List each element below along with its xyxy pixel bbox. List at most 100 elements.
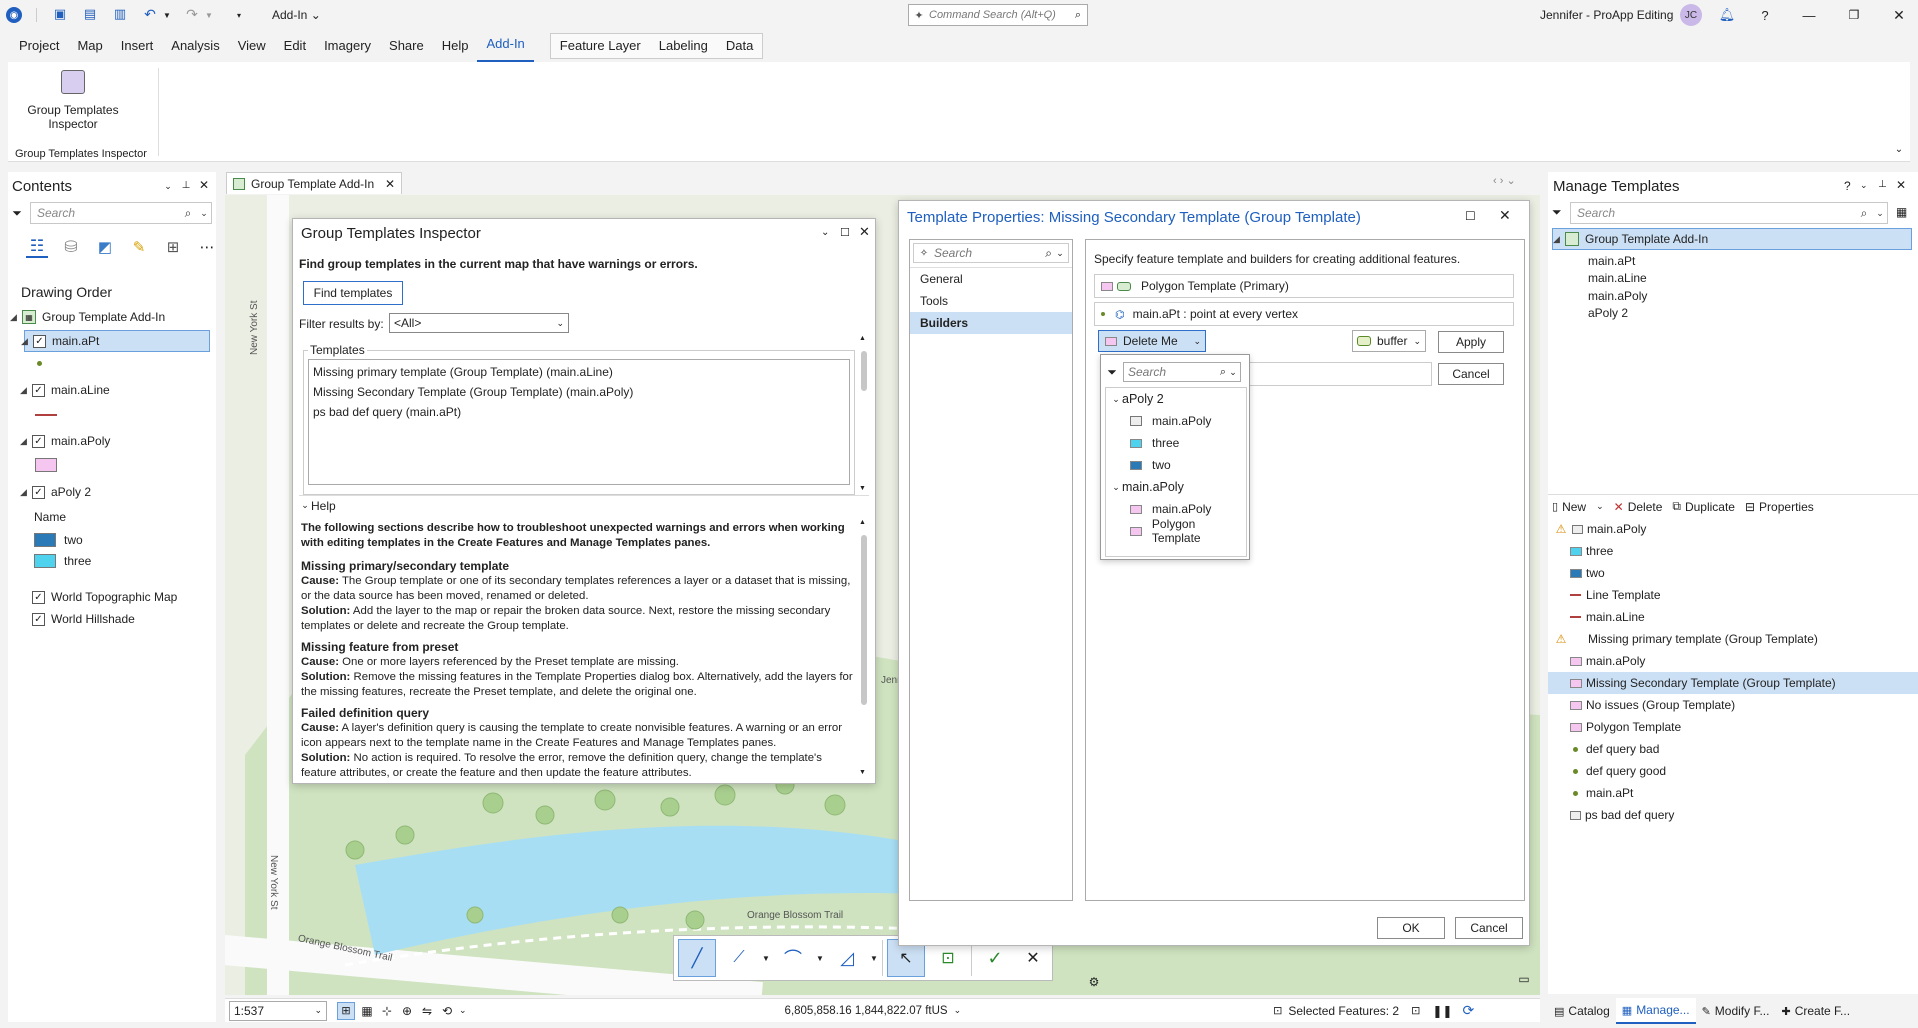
tab-create-features[interactable]: ✚ Create F... [1775,998,1856,1024]
help-icon[interactable]: ? [1756,6,1774,24]
layer-row-apoly2[interactable]: ◢ ✓ aPoly 2 [20,481,210,503]
close-icon[interactable]: ✕ [1890,6,1908,24]
help-expander[interactable]: ⌄ Help [299,495,869,515]
chevron-down-icon[interactable]: ▼ [762,954,770,963]
line-tool-icon[interactable]: ╱ [678,939,716,977]
tab-data[interactable]: Data [717,34,762,58]
list-item[interactable]: No issues (Group Template) [1548,694,1918,716]
collapse-icon[interactable]: ◢ [1553,234,1565,245]
secondary-field[interactable] [1234,362,1432,386]
selection-icon[interactable]: ◩ [94,236,116,258]
tab-manage-templates[interactable]: ▦ Manage... [1615,998,1696,1024]
scroll-up-icon[interactable]: ▲ [859,519,866,526]
tab-insert[interactable]: Insert [112,30,163,62]
close-icon[interactable]: ✕ [1499,207,1511,224]
layer-row-apoly[interactable]: ◢ ✓ main.aPoly [20,430,210,452]
refresh-icon[interactable]: ⟳ [1462,1002,1474,1019]
maximize-icon[interactable]: ☐ [1465,209,1476,223]
customize-qat-icon[interactable]: ▾ [234,8,244,22]
tree-item[interactable]: aPoly 2 [1588,305,1647,323]
scroll-down-icon[interactable]: ▼ [859,485,866,492]
chevron-down-icon[interactable]: ▼ [204,8,214,22]
ok-button[interactable]: OK [1377,917,1445,939]
dropdown-item[interactable]: two [1106,454,1246,476]
filter-icon[interactable]: ⏷ [10,206,24,220]
apply-button[interactable]: Apply [1438,331,1504,353]
add-template-icon[interactable]: ▦ [1896,205,1907,219]
new-project-icon[interactable]: ▣ [52,6,68,22]
tab-imagery[interactable]: Imagery [315,30,380,62]
open-project-icon[interactable]: ▤ [82,6,98,22]
snap-icon[interactable]: ⊕ [399,1004,415,1018]
collapse-icon[interactable]: ◢ [20,385,32,396]
filter-icon[interactable]: ⏷ [1105,365,1119,380]
snapping-icon[interactable]: ⊞ [162,236,184,258]
chevron-down-icon[interactable]: ⌄ [1860,180,1868,191]
close-icon[interactable]: ✕ [859,224,870,240]
tab-analysis[interactable]: Analysis [162,30,228,62]
cancel-button[interactable]: Cancel [1455,917,1523,939]
chevron-down-icon[interactable]: ⌄ [1110,482,1122,493]
scrollbar-thumb[interactable] [861,535,867,705]
chevron-down-icon[interactable]: ▼ [870,954,878,963]
nav-tools[interactable]: Tools [910,290,1072,312]
tab-edit[interactable]: Edit [275,30,315,62]
tab-map[interactable]: Map [68,30,111,62]
contents-search-input[interactable]: Search ⌕ ⌄ [30,202,212,224]
list-item[interactable]: Missing primary template (Group Template… [313,362,845,382]
list-item[interactable]: main.aLine [1548,606,1918,628]
tree-item[interactable]: main.aPoly [1588,287,1647,305]
addin-dropdown[interactable]: Add-In ⌄ [272,8,321,22]
tab-labeling[interactable]: Labeling [650,34,717,58]
command-search[interactable]: ✦ Command Search (Alt+Q) ⌕ [908,4,1088,26]
pause-icon[interactable]: ❚❚ [1432,1004,1452,1018]
layer-group-row[interactable]: ◢ ▦ Group Template Add-In [10,306,210,328]
close-icon[interactable]: ✕ [198,178,210,192]
pin-icon[interactable]: ⊥ [180,179,192,191]
settings-gear-icon[interactable]: ⚙ [1087,975,1101,989]
close-icon[interactable]: ✕ [1896,178,1906,192]
chevron-down-icon[interactable]: ▼ [162,8,172,22]
properties-button[interactable]: ⊟ Properties [1745,500,1814,514]
list-item[interactable]: def query good [1548,760,1918,782]
help-scrollbar[interactable]: ▲ ▼ [859,519,869,781]
help-icon[interactable]: ? [1844,179,1851,193]
tree-item[interactable]: main.aPt [1588,252,1647,270]
save-project-icon[interactable]: ▥ [112,6,128,22]
dropdown-group-apoly2[interactable]: ⌄ aPoly 2 [1106,388,1246,410]
nav-builders[interactable]: Builders [910,312,1072,334]
tab-help[interactable]: Help [433,30,478,62]
chevron-down-icon[interactable]: ▼ [816,954,824,963]
list-item[interactable]: ⚠ main.aPoly [1548,518,1918,540]
builder-select[interactable]: buffer ⌄ [1352,330,1426,352]
chevron-down-icon[interactable]: ⌄ [1110,394,1122,405]
layer-row-apt[interactable]: ◢ ✓ main.aPt [21,330,210,352]
data-source-icon[interactable]: ⛁ [60,236,82,258]
layer-visibility-checkbox[interactable]: ✓ [32,612,45,626]
duplicate-button[interactable]: ⧉ Duplicate [1672,499,1735,514]
trace-tool-icon[interactable]: ◿ [828,939,866,977]
scrollbar-thumb[interactable] [861,351,867,391]
layer-row-aline[interactable]: ◢ ✓ main.aLine [20,379,210,401]
polyline-tool-icon[interactable]: ⟋ [720,939,758,977]
list-item[interactable]: ⚠ Missing primary template (Group Templa… [1548,628,1918,650]
layer-row-topo[interactable]: ✓ World Topographic Map [32,586,212,608]
primary-template-row[interactable]: Polygon Template (Primary) [1094,274,1514,298]
layer-visibility-checkbox[interactable]: ✓ [32,485,45,499]
tree-item[interactable]: main.aLine [1588,270,1647,288]
chevron-down-icon[interactable]: ⌄ [459,1005,467,1016]
collapse-ribbon-icon[interactable]: ⌄ [1892,142,1906,156]
grid-icon[interactable]: ⊞ [337,1001,355,1020]
tab-add-in[interactable]: Add-In [477,30,534,62]
list-item[interactable]: ps bad def query (main.aPt) [313,402,845,422]
cancel-small-button[interactable]: Cancel [1438,363,1504,385]
list-item[interactable]: def query bad [1548,738,1918,760]
filter-select[interactable]: <All> ⌄ [389,313,569,333]
collapse-icon[interactable]: ◢ [21,336,33,347]
restore-icon[interactable]: ❐ [1845,6,1863,24]
close-icon[interactable]: ✕ [385,177,395,191]
dropdown-group-apoly[interactable]: ⌄ main.aPoly [1106,476,1246,498]
dropdown-item[interactable]: Polygon Template [1106,517,1246,545]
new-button[interactable]: ▯ New ⌄ [1552,500,1604,514]
nav-search-input[interactable]: ✧ Search ⌕ ⌄ [913,243,1069,263]
